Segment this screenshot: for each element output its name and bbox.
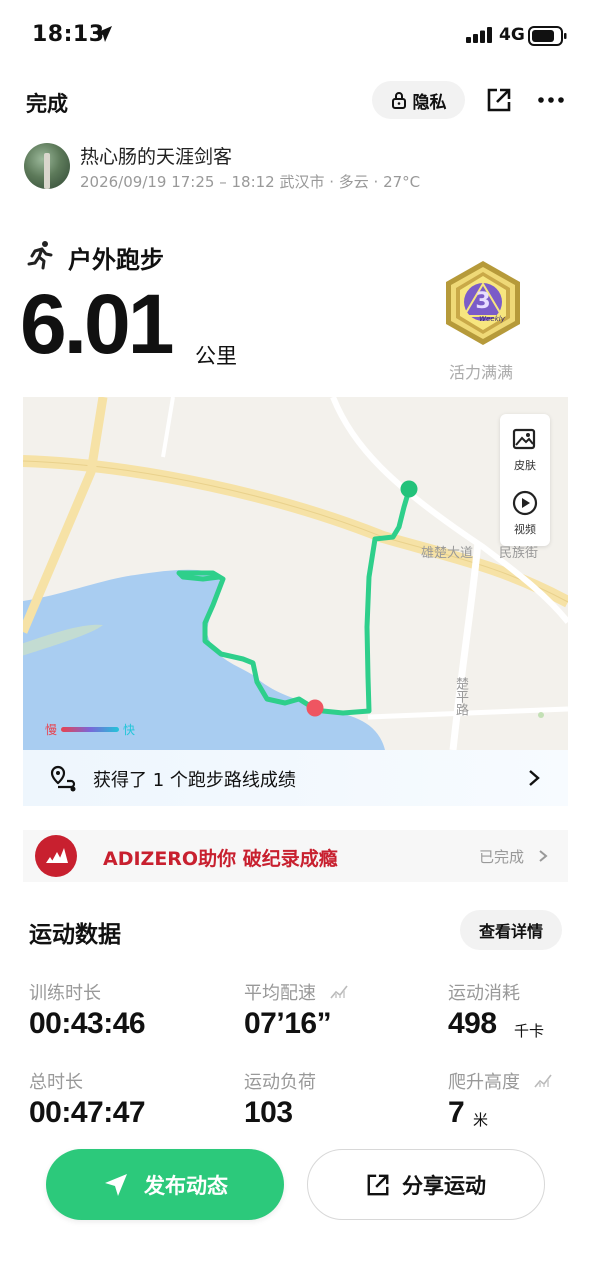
weekly-badge-icon[interactable]: 3 Weekly xyxy=(440,258,526,348)
status-bar: 18:13 4G xyxy=(0,0,591,70)
stat-label-training-time: 训练时长 xyxy=(29,983,101,1004)
stat-value-training-time: 00:43:46 xyxy=(29,1007,146,1040)
legend-slow: 慢 xyxy=(45,723,58,737)
network-type: 4G xyxy=(499,25,525,45)
battery-icon xyxy=(528,26,567,46)
svg-text:3: 3 xyxy=(475,289,490,314)
stat-label-load: 运动负荷 xyxy=(244,1072,316,1093)
route-achievement-text: 获得了 1 个跑步路线成绩 xyxy=(93,770,296,791)
activity-meta: 2026/09/19 17:25 – 18:12 武汉市 · 多云 · 27°C xyxy=(80,173,421,191)
distance-value: 6.01 xyxy=(20,277,174,371)
stat-value-calories: 498 xyxy=(448,1007,497,1040)
svg-text:Weekly: Weekly xyxy=(479,315,506,323)
trend-chart-icon xyxy=(534,1074,552,1088)
image-icon xyxy=(512,428,536,450)
more-icon[interactable] xyxy=(537,96,565,104)
map-tools-panel: 皮肤 视频 xyxy=(500,414,550,546)
video-label: 视频 xyxy=(514,523,536,536)
share-label: 分享运动 xyxy=(402,1173,486,1198)
share-activity-button[interactable]: 分享运动 xyxy=(307,1149,545,1220)
adizero-promo[interactable]: ADIZERO助你 破纪录成瘾 已完成 xyxy=(23,830,568,882)
runner-icon xyxy=(27,241,53,270)
route-pin-icon xyxy=(50,765,76,792)
page-title: 完成 xyxy=(26,92,68,116)
view-details-button[interactable]: 查看详情 xyxy=(460,910,562,950)
lock-icon xyxy=(391,92,406,109)
stat-label-elevation: 爬升高度 xyxy=(448,1072,520,1093)
stat-label-calories: 运动消耗 xyxy=(448,983,520,1004)
privacy-button[interactable]: 隐私 xyxy=(372,81,465,119)
legend-fast: 快 xyxy=(123,723,136,737)
stat-unit-elevation: 米 xyxy=(473,1111,489,1129)
stat-label-avg-pace: 平均配速 xyxy=(244,983,316,1004)
map-canvas[interactable] xyxy=(23,397,568,750)
play-icon xyxy=(512,490,538,516)
adidas-logo-icon xyxy=(35,835,77,877)
user-name[interactable]: 热心肠的天涯剑客 xyxy=(80,142,232,169)
road-label-side: 楚平路 xyxy=(453,677,468,716)
stat-value-total-time: 00:47:47 xyxy=(29,1096,146,1129)
chevron-right-icon xyxy=(539,850,548,862)
stat-unit-calories: 千卡 xyxy=(514,1022,545,1040)
chevron-right-icon xyxy=(529,770,540,786)
legend-gradient xyxy=(61,727,120,732)
publish-button[interactable]: 发布动态 xyxy=(46,1149,284,1220)
share-icon[interactable] xyxy=(486,87,512,113)
share-icon xyxy=(367,1174,389,1195)
activity-type: 户外跑步 xyxy=(68,246,164,274)
publish-label: 发布动态 xyxy=(144,1173,228,1198)
video-tool[interactable]: 视频 xyxy=(500,490,550,537)
skin-label: 皮肤 xyxy=(514,459,536,472)
pace-legend: 慢 快 xyxy=(45,721,135,738)
stats-title: 运动数据 xyxy=(29,922,121,948)
stat-label-total-time: 总时长 xyxy=(29,1072,83,1093)
avatar[interactable] xyxy=(24,143,70,189)
promo-status: 已完成 xyxy=(479,848,525,866)
stat-value-elevation: 7 xyxy=(448,1096,465,1129)
stat-value-avg-pace: 07’16” xyxy=(244,1007,332,1040)
road-label-main: 雄楚大道 xyxy=(421,546,474,561)
promo-text: ADIZERO助你 破纪录成瘾 xyxy=(103,848,338,870)
send-icon xyxy=(105,1173,127,1196)
route-map[interactable]: 雄楚大道 民族街 楚平路 皮肤 视频 慢 快 xyxy=(23,397,568,750)
privacy-label: 隐私 xyxy=(412,92,447,113)
location-arrow-icon xyxy=(96,26,112,42)
signal-icon xyxy=(466,27,492,43)
distance-unit: 公里 xyxy=(195,344,237,368)
trend-chart-icon xyxy=(330,985,348,999)
stat-value-load: 103 xyxy=(244,1096,293,1129)
route-achievement-row[interactable]: 获得了 1 个跑步路线成绩 xyxy=(23,750,568,806)
badge-label: 活力满满 xyxy=(449,363,514,382)
skin-tool[interactable]: 皮肤 xyxy=(500,428,550,473)
